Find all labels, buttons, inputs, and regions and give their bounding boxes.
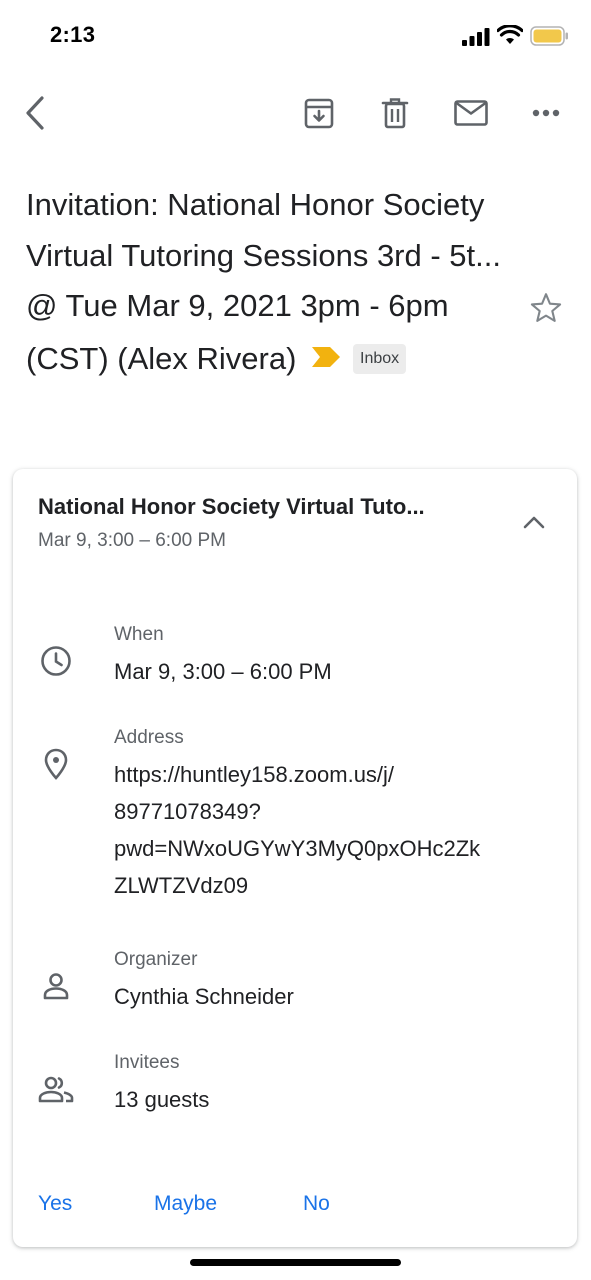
collapse-button[interactable] (516, 505, 552, 541)
clock-icon (38, 643, 74, 679)
organizer-value: Cynthia Schneider (114, 984, 294, 1009)
home-indicator[interactable] (190, 1259, 401, 1266)
battery-icon (530, 26, 568, 46)
address-value[interactable]: https://huntley158.zoom.us/j/ 8977107834… (114, 756, 480, 904)
archive-icon (304, 98, 334, 129)
cellular-signal-icon (462, 28, 490, 46)
invitees-value[interactable]: 13 guests (114, 1081, 209, 1118)
email-subject: Invitation: National Honor Society Virtu… (26, 180, 516, 384)
mail-icon (454, 100, 488, 126)
wifi-icon (497, 25, 523, 44)
mark-unread-button[interactable] (447, 89, 495, 137)
back-button[interactable] (11, 89, 59, 137)
organizer-label: Organizer (114, 949, 198, 970)
address-line: pwd=NWxoUGYwY3MyQ0pxOHc2Zk (114, 836, 481, 861)
rsvp-no-button[interactable]: No (303, 1192, 330, 1216)
calendar-event-card: National Honor Society Virtual Tuto... M… (13, 469, 577, 1247)
more-horizontal-icon (532, 109, 560, 117)
chevron-up-icon (523, 516, 545, 529)
rsvp-yes-button[interactable]: Yes (38, 1192, 72, 1216)
star-button[interactable] (528, 290, 564, 326)
status-bar: 2:13 (0, 0, 591, 72)
status-time: 2:13 (50, 22, 96, 47)
address-label: Address (114, 727, 184, 748)
importance-marker-icon (312, 332, 341, 383)
star-outline-icon (530, 293, 562, 322)
when-value: Mar 9, 3:00 – 6:00 PM (114, 659, 332, 684)
address-line: 89771078349? (114, 799, 261, 824)
address-line: https://huntley158.zoom.us/j/ (114, 762, 395, 787)
group-icon (38, 1071, 74, 1107)
rsvp-maybe-button[interactable]: Maybe (154, 1192, 217, 1216)
person-icon (38, 968, 74, 1004)
location-pin-icon (38, 746, 74, 782)
trash-icon (381, 98, 409, 129)
archive-button[interactable] (295, 89, 343, 137)
address-line: ZLWTZVdz09 (114, 873, 249, 898)
event-title: National Honor Society Virtual Tuto... (38, 494, 425, 519)
inbox-label-chip[interactable]: Inbox (353, 343, 407, 374)
more-options-button[interactable] (522, 89, 570, 137)
event-subtitle: Mar 9, 3:00 – 6:00 PM (38, 530, 226, 551)
when-label: When (114, 624, 164, 645)
chevron-left-icon (26, 96, 44, 130)
invitees-label: Invitees (114, 1052, 180, 1073)
email-toolbar (0, 84, 591, 144)
subject-text: Invitation: National Honor Society Virtu… (26, 187, 501, 376)
delete-button[interactable] (371, 89, 419, 137)
